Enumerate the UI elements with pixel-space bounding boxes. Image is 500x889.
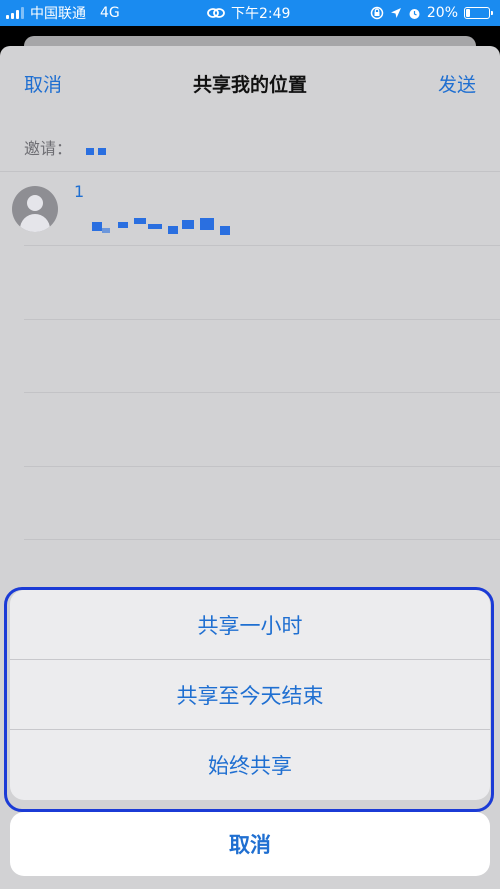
paw-logo-icon	[462, 849, 483, 869]
send-button[interactable]: 发送	[438, 70, 476, 97]
share-duration-options: 共享一小时 共享至今天结束 始终共享	[10, 590, 490, 800]
invite-field[interactable]: 邀请：	[24, 132, 107, 162]
avatar	[12, 186, 58, 232]
battery-level-fill	[466, 9, 470, 17]
list-divider	[24, 539, 500, 540]
location-icon	[390, 8, 401, 18]
list-divider	[24, 392, 500, 393]
invite-divider	[0, 171, 500, 172]
list-divider	[24, 466, 500, 467]
network-label: 4G	[100, 5, 120, 21]
link-icon	[207, 8, 225, 18]
signal-icon	[6, 7, 24, 19]
page-title: 共享我的位置	[192, 74, 307, 96]
battery-icon	[464, 7, 493, 19]
redacted-contact-detail	[88, 210, 248, 236]
battery-percent: 20%	[426, 5, 458, 21]
share-indefinitely-option[interactable]: 始终共享	[10, 730, 490, 800]
share-until-end-of-day-option[interactable]: 共享至今天结束	[10, 660, 490, 730]
list-divider	[24, 245, 500, 246]
navigation-bar: 取消 共享我的位置 发送	[0, 46, 500, 118]
status-time: 下午2:49	[231, 6, 291, 22]
watermark-text: Bai 经验	[400, 852, 458, 868]
share-one-hour-option[interactable]: 共享一小时	[10, 590, 490, 660]
watermark: Bai 经验	[400, 849, 483, 869]
carrier-label: 中国联通	[30, 6, 86, 22]
contact-name[interactable]: 1	[74, 182, 84, 201]
invite-label: 邀请：	[24, 139, 73, 158]
list-divider	[24, 319, 500, 320]
rotation-lock-icon	[370, 6, 384, 20]
redacted-recipient	[86, 147, 107, 155]
alarm-icon	[409, 8, 420, 19]
status-bar: 中国联通 4G 下午2:49 20%	[0, 0, 500, 26]
